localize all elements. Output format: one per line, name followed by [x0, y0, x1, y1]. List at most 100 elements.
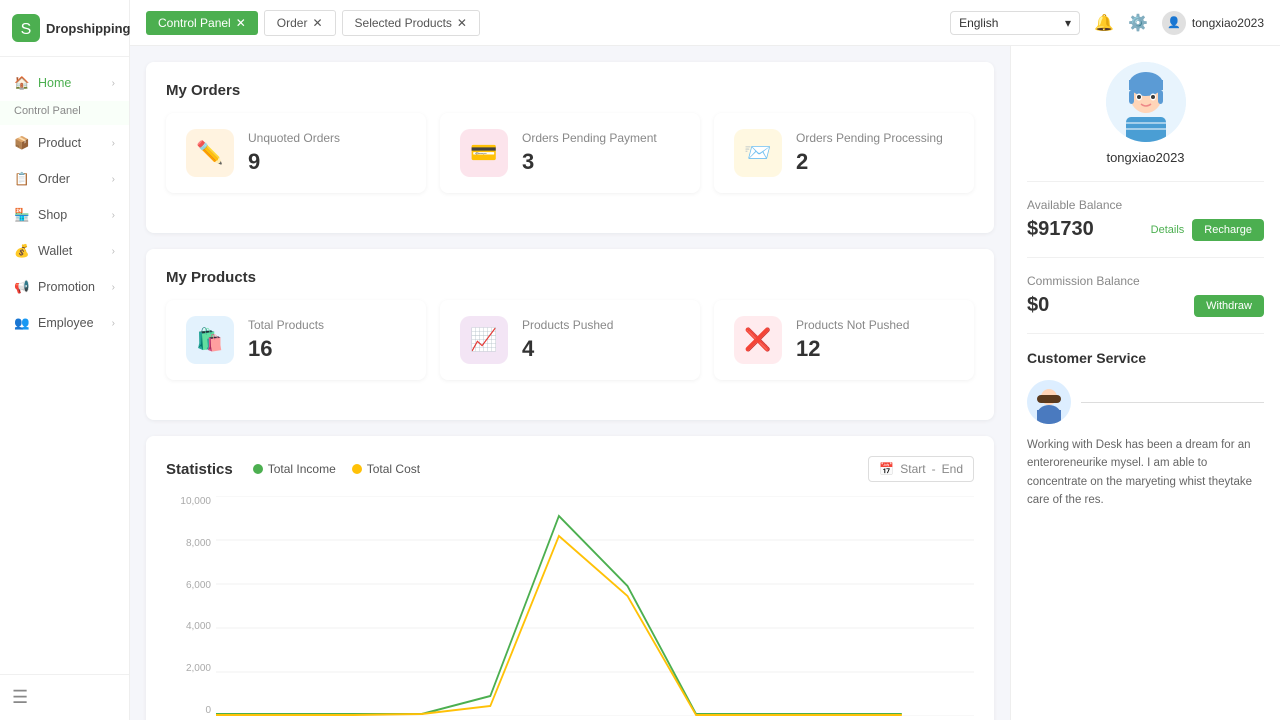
center-panel: My Orders ✏️ Unquoted Orders 9 💳 Orders …	[130, 46, 1010, 720]
legend-cost: Total Cost	[352, 462, 420, 476]
available-balance-amount: $91730	[1027, 218, 1094, 241]
chevron-icon: ›	[112, 78, 115, 89]
legend-dot-income	[253, 464, 263, 474]
dropdown-arrow: ▾	[1065, 16, 1071, 30]
sidebar-item-product[interactable]: 📦 Product ›	[0, 125, 129, 161]
menu-icon[interactable]: ☰	[12, 687, 28, 707]
topbar-right: English ▾ 🔔 ⚙️ 👤 tongxiao2023	[950, 11, 1264, 35]
sidebar-label-wallet: Wallet	[38, 244, 72, 258]
wallet-icon: 💰	[14, 243, 30, 259]
tab-selected-products-label: Selected Products	[355, 16, 452, 30]
y-label-3: 4,000	[166, 621, 211, 632]
products-not-pushed-icon: ❌	[734, 316, 782, 364]
svg-text:S: S	[21, 21, 32, 38]
customer-service-section: Customer Service Working with Desk has b	[1027, 350, 1264, 510]
card-total-products[interactable]: 🛍️ Total Products 16	[166, 300, 426, 380]
legend-income: Total Income	[253, 462, 336, 476]
sidebar-label-home: Home	[38, 76, 71, 90]
y-label-4: 2,000	[166, 663, 211, 674]
language-selector[interactable]: English ▾	[950, 11, 1080, 35]
unquoted-label: Unquoted Orders	[248, 131, 340, 145]
legend-income-label: Total Income	[268, 462, 336, 476]
chevron-icon-wallet: ›	[112, 246, 115, 257]
card-pending-payment[interactable]: 💳 Orders Pending Payment 3	[440, 113, 700, 193]
content-area: My Orders ✏️ Unquoted Orders 9 💳 Orders …	[130, 46, 1280, 720]
recharge-button[interactable]: Recharge	[1192, 219, 1264, 241]
card-pending-payment-info: Orders Pending Payment 3	[522, 131, 657, 175]
sidebar-item-promotion[interactable]: 📢 Promotion ›	[0, 269, 129, 305]
statistics-title: Statistics	[166, 461, 233, 478]
stats-header: Statistics Total Income Total Cost	[166, 456, 974, 482]
products-not-pushed-value: 12	[796, 336, 909, 362]
language-label: English	[959, 16, 998, 30]
sidebar: S Dropshipping 🏠 Home › Control Panel 📦 …	[0, 0, 130, 720]
withdraw-button[interactable]: Withdraw	[1194, 295, 1264, 317]
pending-payment-label: Orders Pending Payment	[522, 131, 657, 145]
shop-icon: 🏪	[14, 207, 30, 223]
products-pushed-value: 4	[522, 336, 613, 362]
date-range-picker[interactable]: 📅 Start - End	[868, 456, 974, 482]
calendar-icon: 📅	[879, 462, 894, 476]
chart-y-labels: 10,000 8,000 6,000 4,000 2,000 0	[166, 496, 211, 716]
logo[interactable]: S Dropshipping	[0, 0, 129, 57]
card-pushed-info: Products Pushed 4	[522, 318, 613, 362]
logo-text: Dropshipping	[46, 21, 131, 36]
commission-balance-row: $0 Withdraw	[1027, 294, 1264, 317]
logo-icon: S	[12, 14, 40, 42]
tab-selected-products[interactable]: Selected Products ✕	[342, 10, 480, 36]
date-start-placeholder: Start	[900, 462, 925, 476]
chevron-icon-product: ›	[112, 138, 115, 149]
statistics-section: Statistics Total Income Total Cost	[146, 436, 994, 720]
sidebar-item-shop[interactable]: 🏪 Shop ›	[0, 197, 129, 233]
product-icon: 📦	[14, 135, 30, 151]
sidebar-item-employee[interactable]: 👥 Employee ›	[0, 305, 129, 341]
details-button[interactable]: Details	[1151, 219, 1185, 241]
sidebar-bottom: ☰	[0, 674, 129, 720]
available-balance-actions: Details Recharge	[1151, 219, 1264, 241]
total-products-icon: 🛍️	[186, 316, 234, 364]
pending-processing-label: Orders Pending Processing	[796, 131, 943, 145]
topbar: Control Panel ✕ Order ✕ Selected Product…	[130, 0, 1280, 46]
unquoted-value: 9	[248, 149, 340, 175]
sidebar-item-home[interactable]: 🏠 Home ›	[0, 65, 129, 101]
y-label-0: 10,000	[166, 496, 211, 507]
stats-title-legend: Statistics Total Income Total Cost	[166, 461, 420, 478]
available-balance-row: $91730 Details Recharge	[1027, 218, 1264, 241]
pending-payment-value: 3	[522, 149, 657, 175]
sidebar-label-promotion: Promotion	[38, 280, 95, 294]
control-panel-label: Control Panel	[0, 101, 129, 125]
date-end-placeholder: End	[942, 462, 963, 476]
pending-payment-icon: 💳	[460, 129, 508, 177]
tab-control-panel-label: Control Panel	[158, 16, 231, 30]
my-products-title: My Products	[166, 269, 974, 286]
employee-icon: 👥	[14, 315, 30, 331]
available-balance-section: Available Balance $91730 Details Recharg…	[1027, 198, 1264, 258]
avatar-svg	[1106, 62, 1186, 142]
right-panel: tongxiao2023 Available Balance $91730 De…	[1010, 46, 1280, 720]
tab-close-order[interactable]: ✕	[312, 16, 322, 30]
user-name-top: tongxiao2023	[1192, 16, 1264, 30]
my-orders-title: My Orders	[166, 82, 974, 99]
card-total-info: Total Products 16	[248, 318, 324, 362]
main-area: Control Panel ✕ Order ✕ Selected Product…	[130, 0, 1280, 720]
card-products-pushed[interactable]: 📈 Products Pushed 4	[440, 300, 700, 380]
sidebar-item-order[interactable]: 📋 Order ›	[0, 161, 129, 197]
y-label-2: 6,000	[166, 580, 211, 591]
tab-close-control-panel[interactable]: ✕	[236, 16, 246, 30]
sidebar-item-wallet[interactable]: 💰 Wallet ›	[0, 233, 129, 269]
card-unquoted-orders[interactable]: ✏️ Unquoted Orders 9	[166, 113, 426, 193]
card-pending-processing[interactable]: 📨 Orders Pending Processing 2	[714, 113, 974, 193]
card-not-pushed-info: Products Not Pushed 12	[796, 318, 909, 362]
unquoted-orders-icon: ✏️	[186, 129, 234, 177]
card-unquoted-info: Unquoted Orders 9	[248, 131, 340, 175]
tab-close-selected-products[interactable]: ✕	[457, 16, 467, 30]
chevron-icon-promotion: ›	[112, 282, 115, 293]
settings-gear-icon[interactable]: ⚙️	[1128, 13, 1148, 33]
notification-bell-icon[interactable]: 🔔	[1094, 13, 1114, 33]
card-pending-processing-info: Orders Pending Processing 2	[796, 131, 943, 175]
user-info[interactable]: 👤 tongxiao2023	[1162, 11, 1264, 35]
tab-order[interactable]: Order ✕	[264, 10, 336, 36]
commission-balance-amount: $0	[1027, 294, 1049, 317]
tab-control-panel[interactable]: Control Panel ✕	[146, 11, 258, 35]
card-products-not-pushed[interactable]: ❌ Products Not Pushed 12	[714, 300, 974, 380]
